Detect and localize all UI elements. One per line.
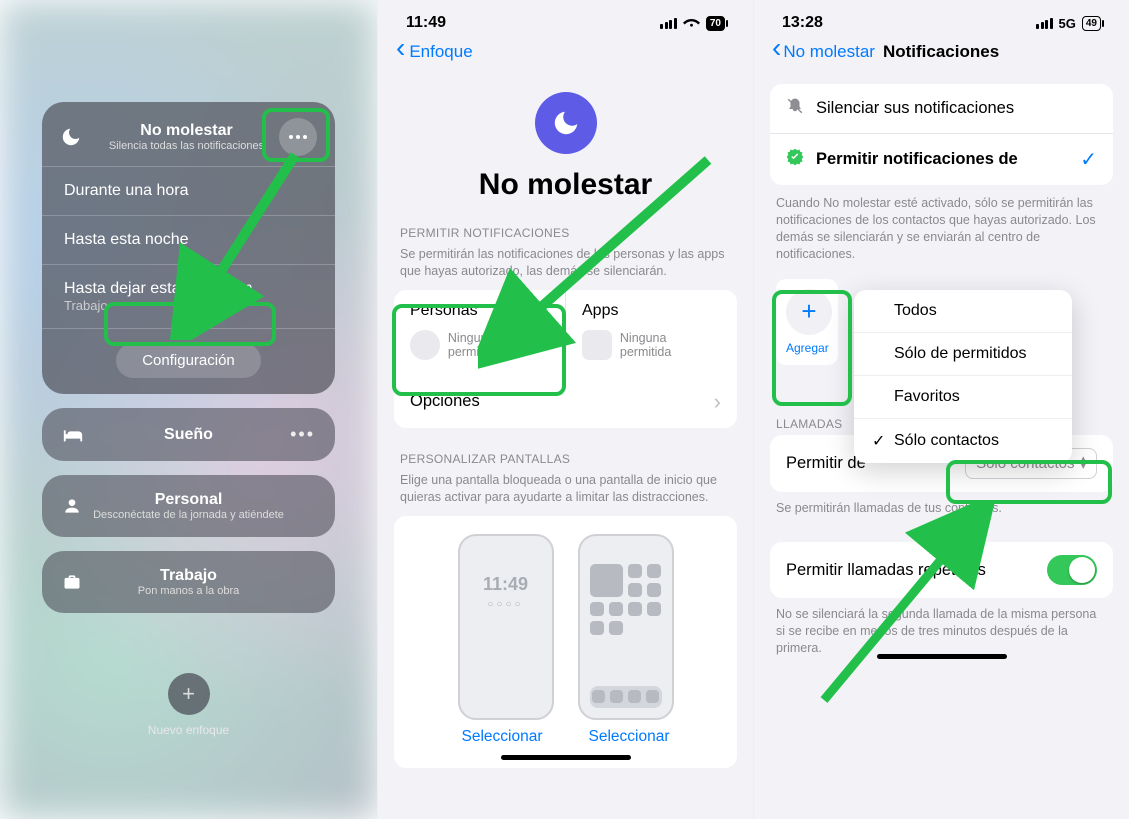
duration-one-hour[interactable]: Durante una hora (42, 166, 335, 215)
phone-notifications-settings: 13:28 5G 49 No molestar Notificaciones (753, 0, 1129, 819)
dnd-subtitle: Silencia todas las notificaciones (94, 140, 279, 153)
back-label: Enfoque (409, 42, 472, 62)
options-row[interactable]: Opciones (394, 376, 737, 428)
phone-control-center: No molestar Silencia todas las notificac… (0, 0, 377, 819)
back-enfoque[interactable]: Enfoque (378, 32, 753, 62)
updown-icon: ▴▾ (1080, 456, 1086, 470)
apps-label: Apps (582, 302, 618, 320)
new-focus-button[interactable]: + Nuevo enfoque (42, 673, 335, 737)
people-label: Personas (410, 302, 478, 320)
item-label: Hasta dejar esta ubicación (64, 280, 253, 297)
mock-widgets: ○○○○ (460, 599, 552, 610)
new-focus-label: Nuevo enfoque (42, 723, 335, 737)
checkmark-icon: ✓ (872, 431, 886, 451)
bed-icon (62, 426, 92, 444)
nav-title: Notificaciones (883, 42, 999, 62)
silence-row[interactable]: Silenciar sus notificaciones (770, 84, 1113, 133)
section-title-screens: PERSONALIZAR PANTALLAS (394, 428, 737, 470)
config-button[interactable]: Configuración (116, 343, 261, 378)
chevron-left-icon (772, 42, 781, 62)
home-indicator[interactable] (501, 755, 631, 760)
row-title: Personal (92, 491, 285, 509)
cellular-icon (660, 18, 677, 29)
item-sub: Trabajo (64, 298, 313, 313)
focus-sleep[interactable]: Sueño ••• (42, 408, 335, 461)
allow-from-label: Permitir de (786, 454, 866, 473)
repeat-calls-row: Permitir llamadas repetidas (770, 542, 1113, 598)
more-icon[interactable]: ••• (285, 424, 315, 445)
status-bar: 13:28 5G 49 (754, 0, 1129, 32)
avatar-placeholder-icon (410, 330, 440, 360)
apps-cell[interactable]: Apps Ninguna permitida (565, 290, 737, 376)
popover-option-all[interactable]: Todos (854, 290, 1072, 333)
checkmark-seal-icon (786, 148, 804, 171)
silence-label: Silenciar sus notificaciones (816, 99, 1014, 118)
plus-icon: + (168, 673, 210, 715)
lock-screen-preview[interactable]: 11:49 ○○○○ (458, 534, 554, 720)
person-icon (62, 496, 92, 516)
allow-label: Permitir notificaciones de (816, 150, 1018, 169)
more-button[interactable] (279, 118, 317, 156)
popover-option-contacts[interactable]: ✓Sólo contactos (854, 419, 1072, 463)
row-title: Sueño (92, 426, 285, 444)
plus-icon: + (786, 289, 832, 335)
status-time: 11:49 (406, 14, 446, 32)
battery-icon: 70 (706, 16, 725, 31)
briefcase-icon (62, 572, 92, 592)
chevron-right-icon (714, 389, 721, 415)
screens-list: 11:49 ○○○○ Seleccionar Seleccionar (394, 516, 737, 768)
wifi-icon (683, 15, 700, 32)
allow-desc: Cuando No molestar esté activado, sólo s… (770, 185, 1113, 273)
home-indicator[interactable] (877, 654, 1007, 659)
moon-icon (60, 126, 94, 148)
section-title-allow: PERMITIR NOTIFICACIONES (394, 202, 737, 244)
back-label: No molestar (783, 42, 875, 62)
moon-icon (535, 92, 597, 154)
select-home[interactable]: Seleccionar (589, 728, 670, 746)
duration-tonight[interactable]: Hasta esta noche (42, 215, 335, 264)
battery-icon: 49 (1082, 16, 1101, 31)
status-time: 13:28 (782, 14, 823, 32)
dnd-title: No molestar (94, 122, 279, 140)
allow-from-desc: Se permitirán llamadas de tus contactos. (770, 492, 1113, 527)
allow-from-popover: Todos Sólo de permitidos Favoritos ✓Sólo… (854, 290, 1072, 463)
back-no-molestar[interactable]: No molestar (772, 42, 875, 62)
allow-list: Personas Ninguna permitida Apps (394, 290, 737, 428)
page-title: No molestar (378, 168, 753, 202)
cellular-icon (1036, 18, 1053, 29)
popover-option-allowed[interactable]: Sólo de permitidos (854, 333, 1072, 376)
add-label: Agregar (786, 341, 828, 355)
select-lock[interactable]: Seleccionar (462, 728, 543, 746)
section-desc-screens: Elige una pantalla bloqueada o una panta… (394, 470, 737, 516)
mock-time: 11:49 (460, 574, 552, 595)
popover-option-favorites[interactable]: Favoritos (854, 376, 1072, 419)
focus-work[interactable]: Trabajo Pon manos a la obra (42, 551, 335, 613)
checkmark-icon: ✓ (1080, 147, 1097, 172)
dnd-expanded-card: No molestar Silencia todas las notificac… (42, 102, 335, 394)
row-sub: Pon manos a la obra (92, 585, 285, 597)
network-label: 5G (1059, 16, 1076, 31)
nav-bar: No molestar Notificaciones (754, 32, 1129, 62)
chevron-left-icon (396, 42, 405, 62)
options-label: Opciones (410, 392, 480, 411)
focus-personal[interactable]: Personal Desconéctate de la jornada y at… (42, 475, 335, 537)
apps-note: Ninguna permitida (620, 331, 721, 359)
bell-slash-icon (786, 97, 804, 120)
people-cell[interactable]: Personas Ninguna permitida (394, 290, 565, 376)
phone-focus-settings: 11:49 70 Enfoque No molestar PERMITIR NO… (377, 0, 753, 819)
row-title: Trabajo (92, 567, 285, 585)
duration-leave-location[interactable]: Hasta dejar esta ubicación Trabajo (42, 264, 335, 328)
status-bar: 11:49 70 (378, 0, 753, 32)
app-placeholder-icon (582, 330, 612, 360)
row-sub: Desconéctate de la jornada y atiéndete (92, 509, 285, 521)
home-screen-preview[interactable] (578, 534, 674, 720)
repeat-label: Permitir llamadas repetidas (786, 561, 986, 580)
people-note: Ninguna permitida (448, 331, 549, 359)
repeat-toggle[interactable] (1047, 555, 1097, 585)
add-contact-button[interactable]: + Agregar (776, 279, 838, 365)
allow-row[interactable]: Permitir notificaciones de ✓ (770, 133, 1113, 185)
section-desc-allow: Se permitirán las notificaciones de las … (394, 244, 737, 290)
